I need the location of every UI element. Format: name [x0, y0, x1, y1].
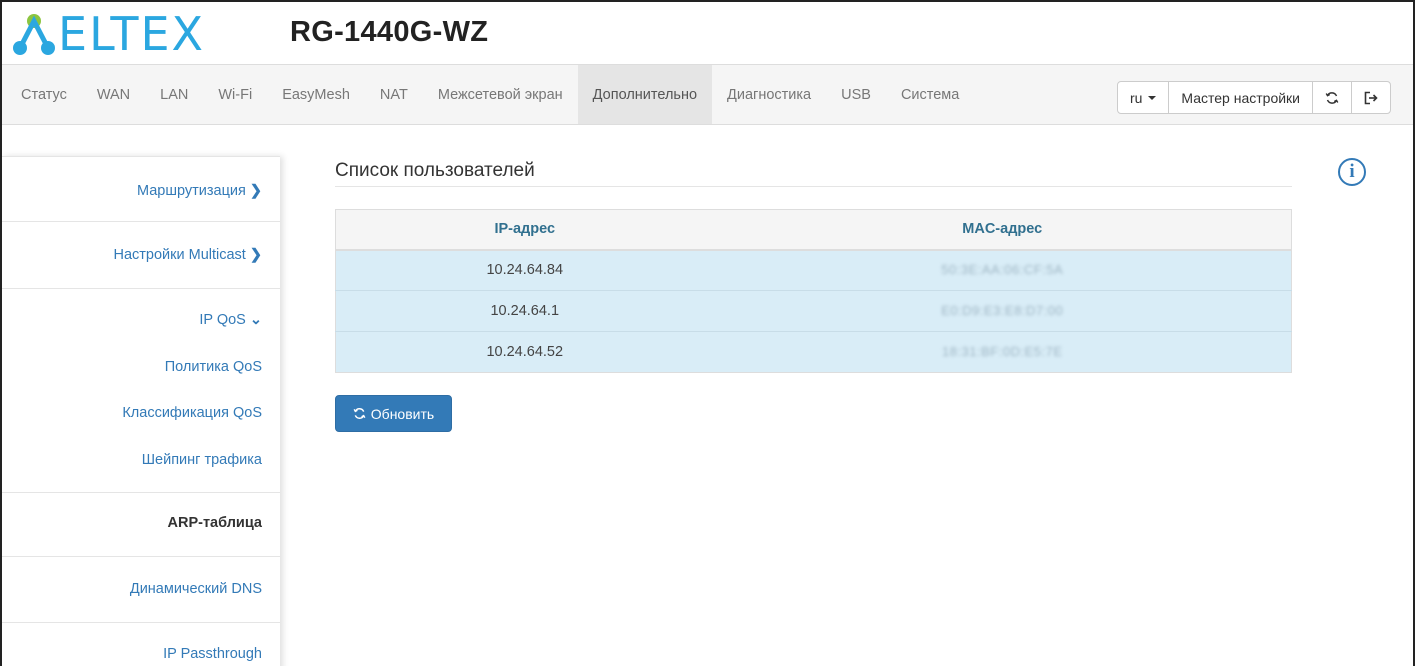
- device-model: RG-1440G-WZ: [290, 16, 489, 48]
- sidebar-item-ip-passthrough[interactable]: IP Passthrough: [2, 646, 280, 662]
- sidebar-item-label: Шейпинг трафика: [141, 452, 262, 468]
- nav-item-status[interactable]: Статус: [6, 65, 82, 124]
- main-nav: Статус WAN LAN Wi-Fi EasyMesh NAT Межсет…: [2, 64, 1413, 125]
- sidebar: Маршрутизация ❯ Настройки Multicast ❯ IP Q…: [2, 156, 280, 666]
- language-label: ru: [1129, 89, 1143, 106]
- divider: [2, 622, 280, 623]
- sidebar-item-label: Динамический DNS: [129, 581, 262, 597]
- divider: [2, 221, 280, 222]
- sidebar-item-traffic-shaping[interactable]: Шейпинг трафика: [2, 452, 280, 468]
- ip-cell: 10.24.64.52: [335, 331, 714, 373]
- eltex-logo[interactable]: ELTEX: [10, 10, 205, 58]
- nav-item-lan[interactable]: LAN: [145, 65, 203, 124]
- page-title: Список пользователей: [335, 160, 535, 181]
- logout-button[interactable]: [1351, 81, 1391, 114]
- nav-item-firewall[interactable]: Межсетевой экран: [423, 65, 578, 124]
- chevron-right-icon: ❯: [249, 247, 262, 263]
- language-dropdown[interactable]: ru: [1116, 81, 1170, 114]
- sidebar-item-dynamic-dns[interactable]: Динамический DNS: [2, 581, 280, 597]
- refresh-button[interactable]: Обновить: [335, 395, 452, 432]
- divider: [2, 288, 280, 289]
- sidebar-item-label: ARP-таблица: [167, 515, 262, 531]
- column-header-mac[interactable]: MAC-адрес: [713, 209, 1292, 251]
- refresh-button-label: Обновить: [370, 405, 435, 422]
- nav-item-diagnostics[interactable]: Диагностика: [712, 65, 826, 124]
- nav-item-usb[interactable]: USB: [826, 65, 886, 124]
- refresh-page-button[interactable]: [1312, 81, 1352, 114]
- nav-button-group: ru Мастер настройки: [1116, 81, 1391, 114]
- mac-cell: 18:31:BF:0D:E5:7E: [713, 331, 1292, 373]
- ip-cell: 10.24.64.1: [335, 290, 714, 332]
- nav-item-easymesh[interactable]: EasyMesh: [267, 65, 365, 124]
- table-row: 10.24.64.52 18:31:BF:0D:E5:7E: [335, 331, 1292, 373]
- arp-table: IP-адрес MAC-адрес 10.24.64.84 50:3E:AA:…: [335, 209, 1292, 373]
- nav-item-system[interactable]: Система: [886, 65, 974, 124]
- sidebar-item-qos-classification[interactable]: Классификация QoS: [2, 405, 280, 421]
- sidebar-item-multicast[interactable]: Настройки Multicast ❯: [2, 247, 280, 263]
- setup-wizard-button[interactable]: Мастер настройки: [1168, 81, 1313, 114]
- caret-down-icon: [1148, 95, 1157, 100]
- divider: [2, 492, 280, 493]
- sidebar-item-label: IP Passthrough: [163, 646, 262, 662]
- table-header-row: IP-адрес MAC-адрес: [335, 209, 1292, 251]
- logo-icon: [13, 14, 55, 55]
- sidebar-item-qos-policy[interactable]: Политика QoS: [2, 359, 280, 375]
- header: ELTEX RG-1440G-WZ: [2, 2, 1413, 64]
- chevron-down-icon: ⌄: [249, 312, 262, 328]
- mac-value: 18:31:BF:0D:E5:7E: [941, 344, 1063, 359]
- sidebar-item-label: Классификация QoS: [122, 405, 262, 421]
- info-icon[interactable]: i: [1338, 158, 1366, 186]
- logout-icon: [1364, 91, 1378, 104]
- table-row: 10.24.64.1 E0:D9:E3:E8:D7:00: [335, 290, 1292, 332]
- sidebar-item-label: Политика QoS: [164, 359, 262, 375]
- nav-item-advanced[interactable]: Дополнительно: [577, 65, 713, 124]
- sidebar-item-label: Настройки Multicast: [113, 247, 246, 263]
- nav-items: Статус WAN LAN Wi-Fi EasyMesh NAT Межсет…: [6, 65, 974, 124]
- mac-cell: 50:3E:AA:06:CF:5A: [713, 249, 1292, 291]
- table-row: 10.24.64.84 50:3E:AA:06:CF:5A: [335, 249, 1292, 291]
- chevron-right-icon: ❯: [249, 183, 262, 199]
- refresh-icon: [353, 408, 366, 419]
- logo-wordmark: ELTEX: [58, 7, 206, 61]
- ip-cell: 10.24.64.84: [335, 249, 714, 291]
- column-header-ip[interactable]: IP-адрес: [335, 209, 714, 251]
- app-window: ELTEX RG-1440G-WZ Статус WAN LAN Wi-Fi E…: [0, 0, 1415, 666]
- refresh-icon: [1325, 91, 1339, 104]
- mac-value: 50:3E:AA:06:CF:5A: [941, 262, 1064, 278]
- sidebar-item-label: IP QoS: [199, 312, 246, 328]
- sidebar-item-ip-qos[interactable]: IP QoS ⌄: [2, 312, 280, 328]
- sidebar-item-arp-table[interactable]: ARP-таблица: [2, 515, 280, 531]
- nav-item-wifi[interactable]: Wi-Fi: [203, 65, 267, 124]
- mac-value: E0:D9:E3:E8:D7:00: [941, 303, 1064, 318]
- mac-cell: E0:D9:E3:E8:D7:00: [713, 290, 1292, 332]
- nav-item-wan[interactable]: WAN: [82, 65, 145, 124]
- nav-item-nat[interactable]: NAT: [365, 65, 423, 124]
- sidebar-item-routing[interactable]: Маршрутизация ❯: [2, 183, 280, 199]
- title-divider: [335, 186, 1292, 187]
- divider: [2, 556, 280, 557]
- sidebar-item-label: Маршрутизация: [136, 183, 246, 199]
